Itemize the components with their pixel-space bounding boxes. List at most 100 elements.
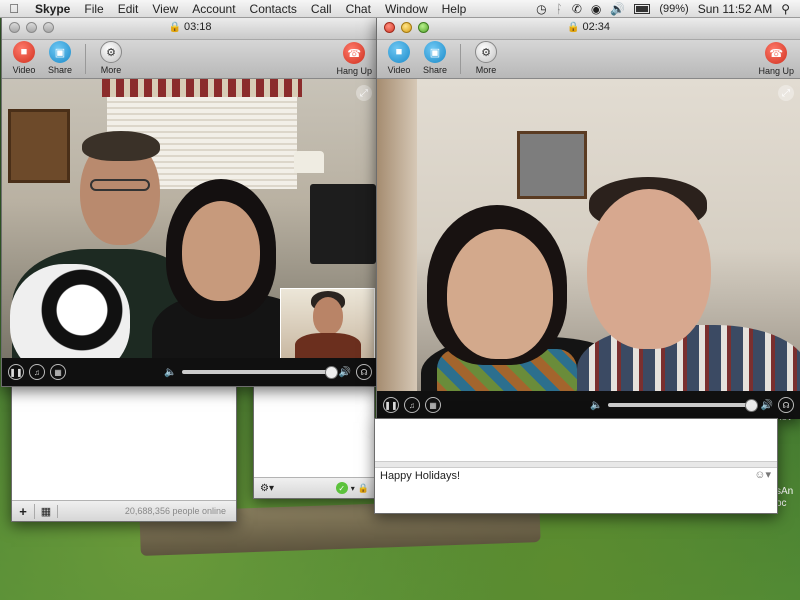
- menu-contacts[interactable]: Contacts: [243, 2, 304, 16]
- menu-call[interactable]: Call: [304, 2, 339, 16]
- contact-list-status-bar: + ▦ 20,688,356 people online: [12, 500, 236, 521]
- battery-icon[interactable]: [634, 3, 651, 14]
- time-machine-icon[interactable]: ◷: [536, 2, 546, 16]
- settings-menu-icon[interactable]: ⚙▾: [254, 483, 274, 494]
- video-camera-icon: ■: [388, 41, 410, 63]
- presence-dropdown-icon[interactable]: ▾: [348, 484, 358, 493]
- mute-microphone-icon[interactable]: ♫: [404, 397, 420, 413]
- share-button[interactable]: ▣ Share: [43, 40, 77, 75]
- add-contact-button[interactable]: +: [12, 503, 35, 519]
- bluetooth-icon[interactable]: ᛛ: [556, 2, 563, 16]
- video-camera-icon: ■: [13, 41, 35, 63]
- lock-icon: 🔒: [566, 22, 580, 33]
- chat-window-background: ⚙▾ ✓ ▾ 🔒: [253, 380, 375, 499]
- dialpad-icon[interactable]: ▦: [425, 397, 441, 413]
- emoticon-icon[interactable]: ☺▾: [754, 468, 771, 481]
- wall-picture: [517, 131, 587, 199]
- people-online-count: 20,688,356 people online: [124, 506, 226, 516]
- apple-menu-icon[interactable]: : [0, 1, 28, 16]
- self-view-video[interactable]: [280, 288, 375, 359]
- self-body: [295, 333, 361, 358]
- title-bar[interactable]: 🔒 03:18: [2, 18, 378, 40]
- more-label: More: [475, 65, 497, 75]
- volume-knob[interactable]: [324, 366, 338, 379]
- gear-icon: ⚙: [475, 41, 497, 63]
- wifi-icon[interactable]: ◉: [591, 2, 601, 16]
- menu-clock[interactable]: Sun 11:52 AM: [698, 2, 773, 16]
- menu-help[interactable]: Help: [435, 2, 474, 16]
- chat-history-area[interactable]: [254, 381, 374, 478]
- desktop-label-3[interactable]: oc: [776, 498, 793, 510]
- chat-input-field[interactable]: Happy Holidays!: [375, 467, 777, 513]
- more-button[interactable]: ⚙ More: [94, 40, 128, 75]
- volume-slider[interactable]: [181, 366, 338, 379]
- volume-knob[interactable]: [745, 399, 759, 412]
- menu-chat[interactable]: Chat: [339, 2, 378, 16]
- lock-icon: 🔒: [168, 22, 181, 33]
- more-button[interactable]: ⚙ More: [469, 40, 503, 75]
- desktop-label-2[interactable]: sAn: [776, 486, 793, 498]
- spotlight-search-icon[interactable]: ⚲: [781, 2, 790, 16]
- call-duration: 02:34: [582, 21, 611, 33]
- toolbar-divider: [460, 44, 461, 74]
- headset-icon[interactable]: ☊: [356, 364, 372, 380]
- fullscreen-icon[interactable]: ⤢: [778, 85, 794, 101]
- call-toolbar: ■ Video ▣ Share ⚙ More ☎ Hang Up: [2, 40, 378, 79]
- menu-view[interactable]: View: [145, 2, 185, 16]
- presence-status-icon[interactable]: ✓: [335, 482, 348, 494]
- share-screen-icon: ▣: [424, 41, 446, 63]
- mute-microphone-icon[interactable]: ♫: [29, 364, 45, 380]
- pause-icon[interactable]: ❚❚: [8, 364, 24, 380]
- phone-status-icon[interactable]: ✆: [572, 2, 582, 16]
- menu-file[interactable]: File: [77, 2, 110, 16]
- man-hair: [82, 131, 160, 161]
- menu-app-name[interactable]: Skype: [28, 2, 77, 16]
- title-bar[interactable]: 🔒 02:34: [377, 18, 800, 40]
- volume-slider[interactable]: [607, 399, 759, 412]
- chat-input-text: Happy Holidays!: [380, 470, 461, 482]
- volume-high-icon: 🔊: [338, 366, 351, 378]
- share-label: Share: [47, 65, 73, 75]
- call-window-left: 🔒 03:18 ■ Video ▣ Share ⚙ More ☎ Hang Up: [1, 17, 379, 387]
- headset-icon[interactable]: ☊: [778, 397, 794, 413]
- menu-account[interactable]: Account: [185, 2, 242, 16]
- toolbar-divider: [85, 44, 86, 74]
- man-glasses: [90, 179, 150, 191]
- call-controls: ❚❚ ♫ ▦ 🔈 🔊 ☊: [2, 358, 378, 386]
- hang-up-phone-icon: ☎: [765, 42, 788, 64]
- remote-video-feed[interactable]: ⤢ ❚❚ ♫ ▦ 🔈 🔊 ☊: [377, 79, 800, 419]
- lock-icon: 🔒: [357, 482, 369, 493]
- hang-up-button[interactable]: ☎ Hang Up: [336, 41, 372, 76]
- volume-low-icon: 🔈: [164, 366, 177, 378]
- call-controls: ❚❚ ♫ ▦ 🔈 🔊 ☊: [377, 391, 800, 419]
- volume-high-icon: 🔊: [760, 399, 773, 411]
- television: [310, 184, 376, 264]
- dialpad-icon[interactable]: ▦: [50, 364, 66, 380]
- call-timer: 🔒 03:18: [2, 21, 378, 33]
- woman-head: [447, 229, 553, 359]
- video-button[interactable]: ■ Video: [7, 40, 41, 75]
- battery-percent: (99%): [659, 2, 689, 15]
- dialpad-icon[interactable]: ▦: [35, 504, 58, 518]
- video-label: Video: [387, 65, 411, 75]
- more-label: More: [100, 65, 122, 75]
- remote-video-feed[interactable]: ⤢ ❚❚ ♫ ▦ 🔈 🔊 ☊: [2, 79, 378, 386]
- video-label: Video: [12, 65, 36, 75]
- call-timer: 🔒 02:34: [377, 21, 800, 33]
- self-head: [313, 297, 343, 335]
- fullscreen-icon[interactable]: ⤢: [356, 85, 372, 101]
- lamp: [294, 151, 324, 173]
- valance: [102, 79, 302, 97]
- woman-head: [182, 201, 260, 301]
- menu-bar:  Skype File Edit View Account Contacts …: [0, 0, 800, 18]
- menu-edit[interactable]: Edit: [111, 2, 146, 16]
- video-button[interactable]: ■ Video: [382, 40, 416, 75]
- contact-list-area[interactable]: [12, 381, 236, 501]
- menu-window[interactable]: Window: [378, 2, 435, 16]
- pause-icon[interactable]: ❚❚: [383, 397, 399, 413]
- call-window-right: 🔒 02:34 ■ Video ▣ Share ⚙ More ☎ Hang Up: [376, 17, 800, 419]
- share-button[interactable]: ▣ Share: [418, 40, 452, 75]
- volume-icon[interactable]: 🔊: [610, 2, 625, 16]
- hang-up-button[interactable]: ☎ Hang Up: [758, 41, 794, 76]
- chat-history-area[interactable]: [375, 419, 777, 461]
